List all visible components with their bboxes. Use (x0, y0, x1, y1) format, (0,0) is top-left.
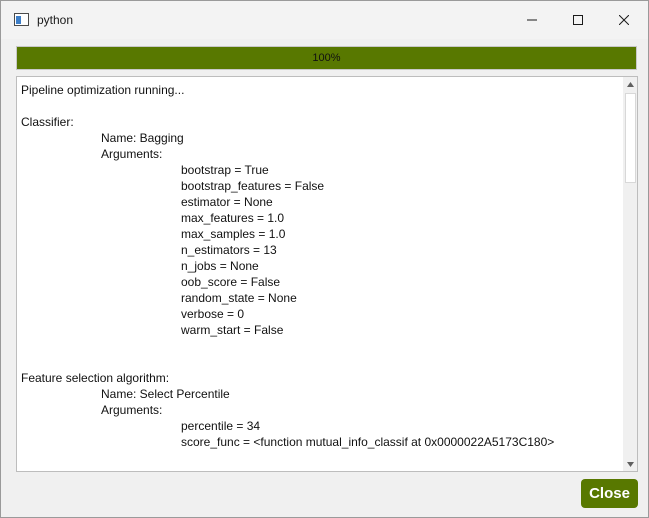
log-line: score_func = <function mutual_info_class… (181, 435, 555, 449)
log-line: Arguments: (101, 147, 163, 161)
scroll-down-icon (626, 461, 634, 467)
log-line: Name: Select Percentile (101, 387, 230, 401)
minimize-button[interactable] (509, 1, 555, 39)
vertical-scrollbar[interactable] (623, 77, 637, 471)
log-output[interactable]: Pipeline optimization running... Classifi… (16, 76, 638, 472)
log-line: bootstrap_features = False (181, 179, 325, 193)
log-line: Name: Bagging (101, 131, 184, 145)
window-title: python (37, 13, 74, 27)
progress-label: 100% (312, 52, 341, 64)
app-window: python 100% Pipeline optimization runnin… (0, 0, 649, 518)
scrollbar-thumb[interactable] (625, 93, 636, 183)
log-content: Pipeline optimization running... Classifi… (21, 82, 617, 450)
log-line: percentile = 34 (181, 419, 261, 433)
log-line: random_state = None (181, 291, 297, 305)
log-line: oob_score = False (181, 275, 281, 289)
log-line: warm_start = False (181, 323, 284, 337)
progress-bar: 100% (16, 46, 637, 70)
minimize-icon (527, 19, 537, 21)
log-line: Classifier: (21, 115, 74, 129)
maximize-icon (573, 15, 583, 25)
log-line: max_samples = 1.0 (181, 227, 286, 241)
app-window-icon (14, 13, 29, 26)
scroll-up-icon (626, 81, 634, 87)
scroll-up-button[interactable] (623, 77, 637, 91)
scroll-down-button[interactable] (623, 457, 637, 471)
close-button[interactable]: Close (581, 479, 638, 508)
close-icon (619, 15, 629, 25)
maximize-button[interactable] (555, 1, 601, 39)
log-line: Arguments: (101, 403, 163, 417)
title-bar[interactable]: python (1, 1, 648, 39)
log-line: Feature selection algorithm: (21, 371, 170, 385)
log-line: Pipeline optimization running... (21, 83, 185, 97)
log-line: n_estimators = 13 (181, 243, 277, 257)
log-line: estimator = None (181, 195, 273, 209)
log-line: n_jobs = None (181, 259, 259, 273)
log-line: verbose = 0 (181, 307, 245, 321)
log-line: max_features = 1.0 (181, 211, 285, 225)
log-line: bootstrap = True (181, 163, 269, 177)
window-close-button[interactable] (601, 1, 647, 39)
